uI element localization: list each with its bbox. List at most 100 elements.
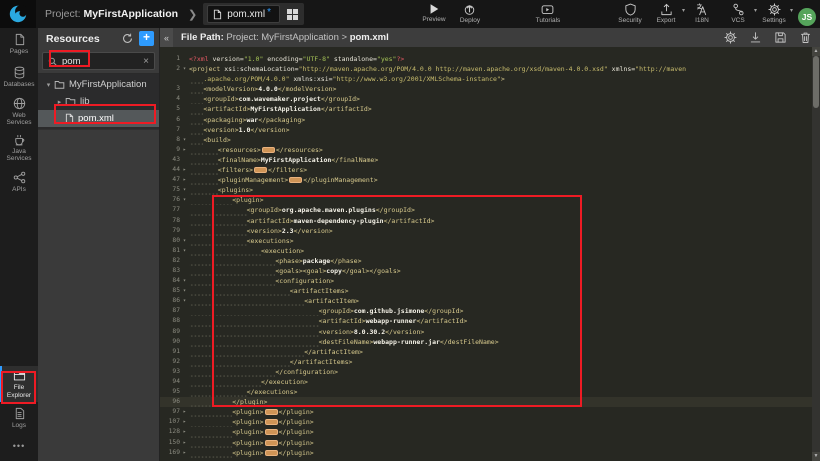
sidebar-item-java-services[interactable]: Java Services — [0, 130, 38, 166]
code-row[interactable]: 77<groupId>org.apache.maven.plugins</gro… — [160, 205, 820, 215]
code-row[interactable]: 89<version>8.0.30.2</version> — [160, 327, 820, 337]
fold-open-icon[interactable]: ▾ — [180, 195, 189, 205]
code-row[interactable]: .apache.org/POM/4.0.0" xmlns:xsi="http:/… — [160, 74, 820, 84]
code-row[interactable]: 79<version>2.3</version> — [160, 226, 820, 236]
code-row[interactable]: 7<version>1.0</version> — [160, 125, 820, 135]
fold-open-icon[interactable]: ▾ — [180, 286, 189, 296]
fold-closed-icon[interactable]: ▸ — [180, 145, 189, 155]
code-row[interactable]: 92</artifactItems> — [160, 357, 820, 367]
fold-closed-icon[interactable]: ▸ — [180, 448, 189, 458]
code-row[interactable]: 1<?xml version="1.0" encoding="UTF-8" st… — [160, 54, 820, 64]
folded-code-icon[interactable] — [265, 440, 278, 446]
sidebar-item-databases[interactable]: Databases — [0, 61, 38, 94]
fold-open-icon[interactable]: ▾ — [180, 64, 189, 74]
fold-closed-icon[interactable]: ▸ — [180, 175, 189, 185]
scroll-up-icon[interactable]: ▲ — [812, 47, 820, 56]
tutorials-button[interactable]: Tutorials — [530, 0, 566, 24]
filebar-save-icon[interactable] — [774, 31, 787, 44]
editor-scrollbar[interactable]: ▲ ▼ — [812, 47, 820, 461]
scroll-down-icon[interactable]: ▼ — [812, 452, 820, 461]
code-row[interactable]: 8▾<build> — [160, 135, 820, 145]
sidebar-item-file-explorer[interactable]: File Explorer — [0, 366, 38, 402]
code-row[interactable]: 90<destFileName>webapp-runner.jar</destF… — [160, 337, 820, 347]
code-row[interactable]: 4<groupId>com.wavemaker.project</groupId… — [160, 94, 820, 104]
fold-open-icon[interactable]: ▾ — [180, 135, 189, 145]
folded-code-icon[interactable] — [265, 450, 278, 456]
preview-button[interactable]: Preview — [416, 0, 452, 23]
code-row[interactable]: 85▾<artifactItems> — [160, 286, 820, 296]
fold-open-icon[interactable]: ▾ — [180, 246, 189, 256]
sidebar-item-apis[interactable]: APIs — [0, 166, 38, 199]
code-row[interactable]: 169▸<plugin></plugin> — [160, 448, 820, 458]
fold-closed-icon[interactable]: ▸ — [180, 165, 189, 175]
code-row[interactable]: 75▾<plugins> — [160, 185, 820, 195]
scrollbar-thumb[interactable] — [813, 56, 819, 108]
code-row[interactable]: 9▸<resources></resources> — [160, 145, 820, 155]
sidebar-item-logs[interactable]: Logs — [0, 402, 38, 435]
folded-code-icon[interactable] — [262, 147, 275, 153]
settings-button[interactable]: Settings▾ — [756, 0, 792, 24]
i18n-button[interactable]: I18N — [684, 0, 720, 24]
fold-open-icon[interactable]: ▾ — [180, 185, 189, 195]
tab-grid-icon[interactable] — [287, 9, 298, 20]
code-editor[interactable]: 1<?xml version="1.0" encoding="UTF-8" st… — [160, 47, 820, 458]
code-row[interactable]: 83<goals><goal>copy</goal></goals> — [160, 266, 820, 276]
code-row[interactable]: 78<artifactId>maven-dependency-plugin</a… — [160, 216, 820, 226]
sidebar-more-icon[interactable]: ••• — [0, 435, 38, 461]
add-resource-button[interactable]: + — [139, 31, 154, 46]
security-button[interactable]: Security — [612, 0, 648, 24]
vcs-button[interactable]: VCS▾ — [720, 0, 756, 24]
code-row[interactable]: 97▸<plugin></plugin> — [160, 407, 820, 417]
code-row[interactable]: 6<packaging>war</packaging> — [160, 115, 820, 125]
fold-open-icon[interactable]: ▾ — [180, 276, 189, 286]
tree-item-lib[interactable]: ▸lib — [38, 93, 159, 110]
sidebar-item-pages[interactable]: Pages — [0, 28, 38, 61]
code-row[interactable]: 94</execution> — [160, 377, 820, 387]
clear-search-icon[interactable]: × — [143, 56, 149, 67]
deploy-button[interactable]: Deploy — [452, 0, 488, 24]
code-row[interactable]: 5<artifactId>MyFirstApplication</artifac… — [160, 104, 820, 114]
fold-open-icon[interactable]: ▾ — [180, 296, 189, 306]
export-button[interactable]: Export▾ — [648, 0, 684, 24]
filebar-download-icon[interactable] — [749, 31, 762, 44]
folded-code-icon[interactable] — [265, 429, 278, 435]
code-row[interactable]: 81▾<execution> — [160, 246, 820, 256]
fold-closed-icon[interactable]: ▸ — [180, 407, 189, 417]
code-row[interactable]: 95</executions> — [160, 387, 820, 397]
code-row[interactable]: 91</artifactItem> — [160, 347, 820, 357]
code-row[interactable]: 44▸<filters></filters> — [160, 165, 820, 175]
refresh-icon[interactable] — [122, 33, 133, 44]
code-row[interactable]: 82<phase>package</phase> — [160, 256, 820, 266]
code-row[interactable]: 47▸<pluginManagement></pluginManagement> — [160, 175, 820, 185]
fold-closed-icon[interactable]: ▸ — [180, 438, 189, 448]
filebar-trash-icon[interactable] — [799, 31, 812, 44]
code-row[interactable]: 76▾<plugin> — [160, 195, 820, 205]
fold-closed-icon[interactable]: ▸ — [180, 417, 189, 427]
code-row[interactable]: 80▾<executions> — [160, 236, 820, 246]
tab-pom-xml[interactable]: pom.xml * — [207, 5, 280, 23]
wavemaker-logo[interactable] — [0, 0, 36, 28]
folded-code-icon[interactable] — [289, 177, 302, 183]
folded-code-icon[interactable] — [265, 409, 278, 415]
fold-closed-icon[interactable]: ▸ — [180, 427, 189, 437]
search-input[interactable]: pom × — [42, 52, 155, 70]
sidebar-item-web-services[interactable]: Web Services — [0, 94, 38, 130]
code-row[interactable]: 86▾<artifactItem> — [160, 296, 820, 306]
folded-code-icon[interactable] — [254, 167, 267, 173]
tree-item-myfirstapplication[interactable]: ▾MyFirstApplication — [38, 76, 159, 93]
code-row[interactable]: 87<groupId>com.github.jsimone</groupId> — [160, 306, 820, 316]
code-row[interactable]: 88<artifactId>webapp-runner</artifactId> — [160, 316, 820, 326]
code-row[interactable]: 43<finalName>MyFirstApplication</finalNa… — [160, 155, 820, 165]
folded-code-icon[interactable] — [265, 419, 278, 425]
code-row[interactable]: 128▸<plugin></plugin> — [160, 427, 820, 437]
caret-open-icon[interactable]: ▾ — [44, 81, 53, 89]
collapse-panel-icon[interactable]: « — [160, 28, 173, 47]
code-row[interactable]: 3<modelVersion>4.0.0</modelVersion> — [160, 84, 820, 94]
code-row[interactable]: 150▸<plugin></plugin> — [160, 438, 820, 448]
avatar[interactable]: JS — [798, 8, 816, 26]
code-row[interactable]: 84▾<configuration> — [160, 276, 820, 286]
tree-item-pom-xml[interactable]: pom.xml — [38, 110, 159, 127]
code-row[interactable]: 93</configuration> — [160, 367, 820, 377]
caret-closed-icon[interactable]: ▸ — [55, 98, 64, 106]
fold-open-icon[interactable]: ▾ — [180, 236, 189, 246]
